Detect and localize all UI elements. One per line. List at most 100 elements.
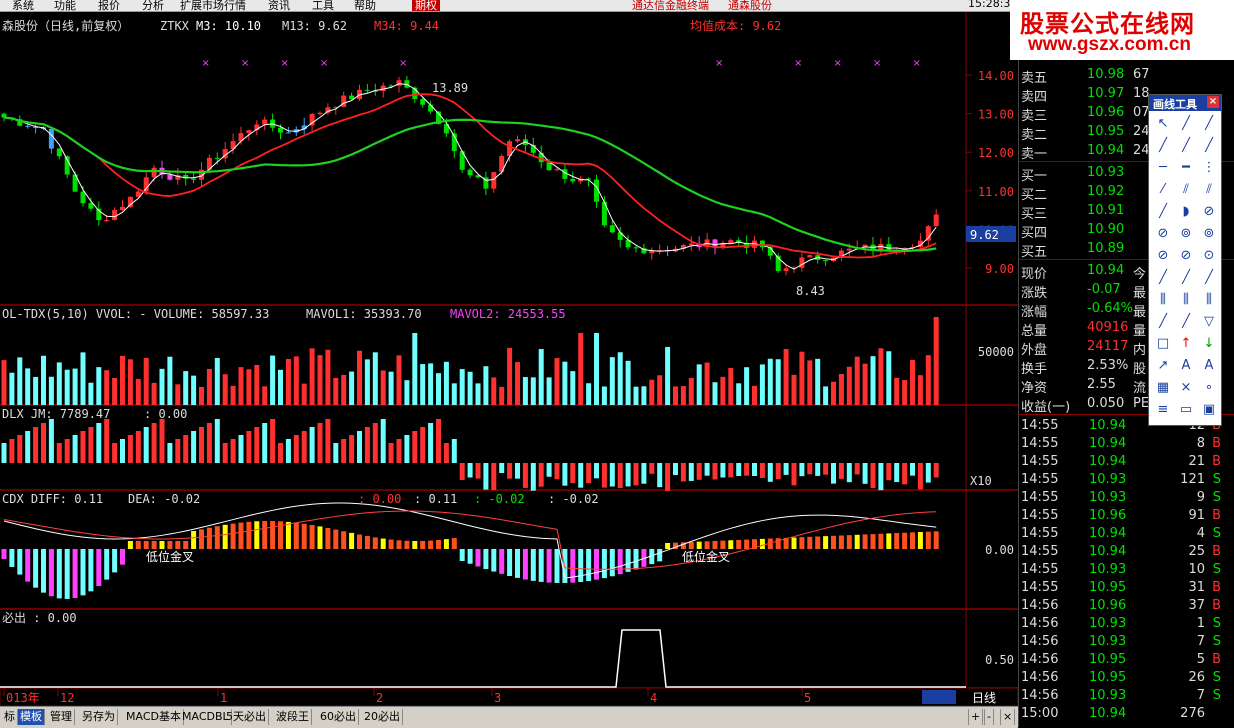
bottom-tab[interactable]: 标 <box>2 709 18 725</box>
drawing-tool-icon[interactable]: ⊘ <box>1199 203 1219 221</box>
drawing-tool-icon[interactable]: ╱ <box>1199 269 1219 287</box>
drawing-tool-icon[interactable]: ─ <box>1153 159 1173 177</box>
drawing-tool-icon[interactable]: ▣ <box>1199 401 1219 419</box>
bottom-tab[interactable]: 管理 <box>48 709 75 725</box>
ask-row-label: 卖四 <box>1021 90 1048 105</box>
drawing-tool-icon[interactable]: ⫼ <box>1176 291 1196 309</box>
jm-bar <box>894 463 900 483</box>
drawing-tool-icon[interactable]: ╱ <box>1176 115 1196 133</box>
drawing-tool-icon[interactable]: ⫼ <box>1153 291 1173 309</box>
menu-item[interactable]: 工具 <box>312 0 334 11</box>
drawing-tool-icon[interactable]: ⫼ <box>1199 291 1219 309</box>
drawing-tool-icon[interactable]: ▽ <box>1199 313 1219 331</box>
drawing-tool-icon[interactable]: ━ <box>1176 159 1196 177</box>
drawing-tool-icon[interactable]: ╱ <box>1153 203 1173 221</box>
stat-row-label: 收益(一) <box>1021 400 1071 415</box>
zoom-button[interactable]: - <box>984 709 994 725</box>
drawing-tool-icon[interactable]: ⊚ <box>1199 225 1219 243</box>
bottom-tab[interactable]: 模板 <box>18 709 45 725</box>
candle-body <box>515 139 520 142</box>
tick-row: 14:55 10.94 25 B <box>1019 543 1234 561</box>
bottom-tab[interactable]: 20必出 <box>362 709 403 725</box>
stat-row-label: 涨跌 <box>1021 286 1048 301</box>
tick-time: 14:56 <box>1021 652 1059 667</box>
drawing-tool-icon[interactable]: × <box>1176 379 1196 397</box>
drawing-tool-icon[interactable]: ⊚ <box>1176 225 1196 243</box>
ask-row-value: 10.98 <box>1087 67 1125 82</box>
menu-item[interactable]: 报价 <box>98 0 120 11</box>
volume-bar <box>191 375 197 405</box>
macd-bar <box>246 521 252 549</box>
dea-value: DEA: -0.02 <box>128 492 200 506</box>
zoom-button[interactable]: + <box>968 709 984 725</box>
macd-bar <box>759 538 765 549</box>
drawing-tool-icon[interactable]: ⁄ <box>1153 181 1173 199</box>
drawing-tools-palette[interactable]: 画线工具 × ↖ ╱ ╱ ╱ ╱ ╱ ─ ━ ⋮ ⁄ ⫽ ⫽ ╱ ◗ ⊘ ⊘ ⊚ ⊚ ⊘ ⊘ ⊙ ╱ ╱ ╱ ⫼ ⫼ ⫼ ╱ ╱ ▽ □ ↑ ↓… <box>1148 94 1222 426</box>
drawing-tool-icon[interactable]: ⊘ <box>1153 247 1173 265</box>
time-axis-label: 3 <box>494 691 501 705</box>
stock-chart[interactable]: 14.00 13.00 12.00 11.00 1 0.00 9.00 × × × × × × × × × × 森… <box>0 12 1018 706</box>
drawing-tool-icon[interactable]: ∘ <box>1199 379 1219 397</box>
drawing-tool-icon[interactable]: ↓ <box>1199 335 1219 353</box>
bottom-tab[interactable]: 波段王 <box>274 709 312 725</box>
macd-bar <box>515 549 520 578</box>
drawing-tool-icon[interactable]: ╱ <box>1176 137 1196 155</box>
volume-bar <box>649 379 655 405</box>
menu-item[interactable]: 功能 <box>54 0 76 11</box>
candle-body <box>112 210 118 220</box>
bottom-tab[interactable]: 另存为 <box>80 709 118 725</box>
drawing-tool-icon[interactable]: ╱ <box>1176 313 1196 331</box>
tick-price: 10.94 <box>1089 436 1127 451</box>
jm-bar <box>736 463 742 476</box>
zoom-button[interactable]: × <box>1000 709 1016 725</box>
drawing-tool-icon[interactable]: ↗ <box>1153 357 1173 375</box>
drawing-tool-icon[interactable]: ╱ <box>1176 269 1196 287</box>
drawing-tool-icon[interactable]: A <box>1199 357 1219 375</box>
macd-bar <box>254 521 260 549</box>
close-icon[interactable]: × <box>1207 96 1219 108</box>
tick-row: 14:56 10.93 7 S <box>1019 687 1234 705</box>
drawing-tool-icon[interactable]: ╱ <box>1153 137 1173 155</box>
drawing-tool-icon[interactable]: ╱ <box>1153 269 1173 287</box>
volume-bar <box>404 380 410 405</box>
macd-bar <box>48 549 54 597</box>
drawing-tool-icon[interactable]: ≡ <box>1153 401 1173 419</box>
menu-promo-stock[interactable]: 通森股份 <box>728 0 772 11</box>
drawing-tools-title-bar[interactable]: 画线工具 × <box>1149 95 1221 111</box>
drawing-tool-icon[interactable]: ▭ <box>1176 401 1196 419</box>
volume-bar <box>625 360 631 405</box>
drawing-tool-icon[interactable]: ⫽ <box>1199 181 1219 199</box>
stat-row-tail: 量 <box>1133 324 1147 339</box>
jm-bar <box>72 435 78 463</box>
menu-item[interactable]: 资讯 <box>268 0 290 11</box>
jm-bar <box>301 431 307 463</box>
drawing-tool-icon[interactable]: ▦ <box>1153 379 1173 397</box>
drawing-tool-icon[interactable]: □ <box>1153 335 1173 353</box>
drawing-tool-icon[interactable]: ◗ <box>1176 203 1196 221</box>
drawing-tool-icon[interactable]: ⫽ <box>1176 181 1196 199</box>
volume-bar <box>151 382 157 405</box>
bottom-tab[interactable]: MACD基本 <box>124 709 184 725</box>
drawing-tool-icon[interactable]: A <box>1176 357 1196 375</box>
drawing-tool-icon[interactable]: ⊘ <box>1176 247 1196 265</box>
menu-item[interactable]: 分析 <box>142 0 164 11</box>
jm-bar <box>657 463 663 488</box>
drawing-tool-icon[interactable]: ↑ <box>1176 335 1196 353</box>
bottom-tab[interactable]: 60必出 <box>318 709 359 725</box>
menu-badge-options[interactable]: 期权 <box>412 0 440 11</box>
signal-marker: × <box>913 58 921 69</box>
bottom-tab[interactable]: 5天必出 <box>224 709 269 725</box>
drawing-tool-icon[interactable]: ╱ <box>1199 115 1219 133</box>
menu-item[interactable]: 帮助 <box>354 0 376 11</box>
drawing-tool-icon[interactable]: ⊘ <box>1153 225 1173 243</box>
drawing-tool-icon[interactable]: ⋮ <box>1199 159 1219 177</box>
menu-item[interactable]: 系统 <box>12 0 34 11</box>
jm-bar <box>41 423 46 463</box>
drawing-tool-icon[interactable]: ⊙ <box>1199 247 1219 265</box>
menu-item[interactable]: 扩展市场行情 <box>180 0 246 11</box>
drawing-tool-icon[interactable]: ↖ <box>1153 115 1173 133</box>
drawing-tool-icon[interactable]: ╱ <box>1153 313 1173 331</box>
macd-bar <box>151 541 157 549</box>
menu-promo-terminal[interactable]: 通达信金融终端 <box>632 0 709 11</box>
drawing-tool-icon[interactable]: ╱ <box>1199 137 1219 155</box>
